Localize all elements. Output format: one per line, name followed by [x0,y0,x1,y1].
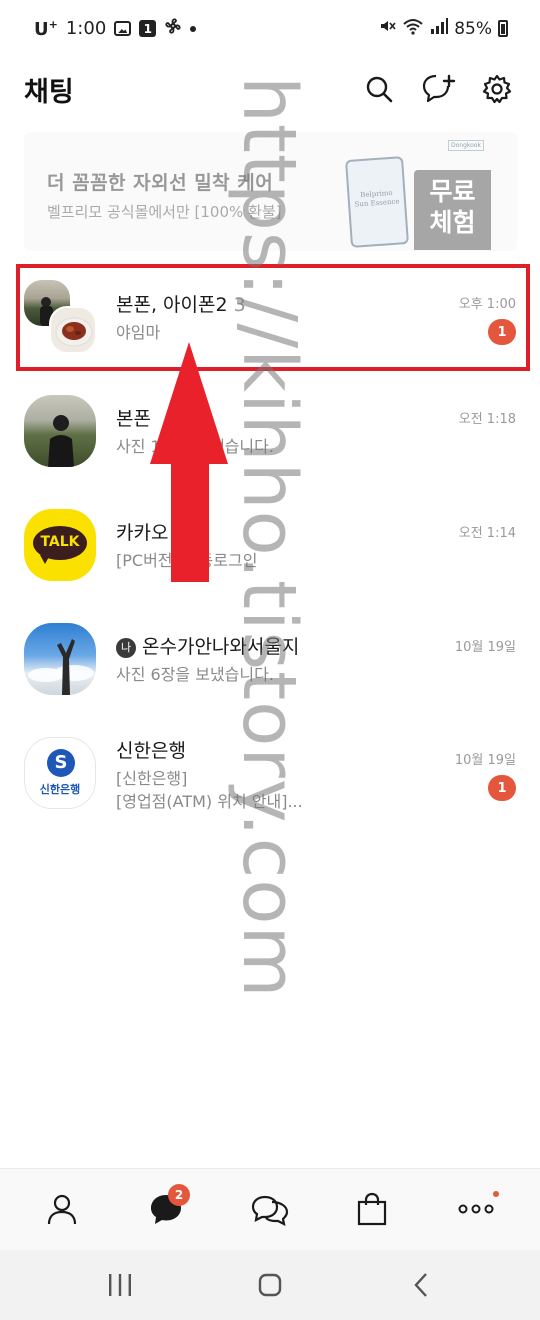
back-icon[interactable] [402,1270,442,1300]
shinhan-logo-text: 신한은행 [39,783,81,796]
fan-icon [164,17,182,40]
system-nav-bar [0,1250,540,1320]
page-title: 채팅 [24,77,74,108]
notification-count-icon: 1 [139,20,157,37]
search-icon[interactable] [362,72,396,106]
chat-time: 오전 1:14 [458,526,516,541]
ad-product-image: Belprimo Sun Essence [345,156,409,248]
open-chat-icon[interactable] [250,1189,290,1229]
ad-brand-logo: Dongkook [448,140,484,151]
battery-icon [498,20,508,37]
open-chat-badge-icon: 나 [116,638,136,658]
watermark: https://kihho.tistory.com [226,76,312,999]
kakao-talk-logo-text: TALK [40,534,80,550]
chat-time: 오전 1:18 [458,412,516,427]
carrier-label: U+ [34,17,58,40]
shinhan-bank-avatar: S 신한은행 [24,737,96,809]
ad-free-trial-badge: 무료 체험 [414,170,491,250]
settings-icon[interactable] [480,72,514,106]
unread-badge: 1 [488,775,516,801]
red-arrow-annotation [148,340,230,588]
new-chat-icon[interactable] [422,72,456,106]
wifi-icon [402,17,424,40]
avatar [24,623,96,695]
chat-tab-badge: 2 [168,1184,190,1206]
more-tab-dot [493,1191,499,1197]
avatar [24,395,96,467]
more-notifications-dot [190,25,197,32]
shopping-icon[interactable] [352,1189,392,1229]
friends-icon[interactable] [42,1189,82,1229]
gallery-notification-icon [114,21,132,36]
chat-preview: [신한은행] [116,769,188,788]
mute-icon [378,17,396,40]
home-icon[interactable] [250,1270,290,1300]
chat-name: 신한은행 [116,740,186,762]
kakao-talk-avatar: TALK [24,509,96,581]
more-icon[interactable] [456,1189,496,1229]
chat-name: 본폰 [116,408,151,430]
battery-percent: 85% [454,18,492,39]
chat-time: 10월 19일 [454,753,516,768]
clock: 1:00 [65,18,107,39]
signal-icon [430,17,449,40]
chat-time: 10월 19일 [454,640,516,655]
bottom-tab-bar: 2 [0,1168,540,1250]
status-bar: U+ 1:00 1 85% [0,0,540,58]
recent-apps-icon[interactable] [100,1270,140,1300]
